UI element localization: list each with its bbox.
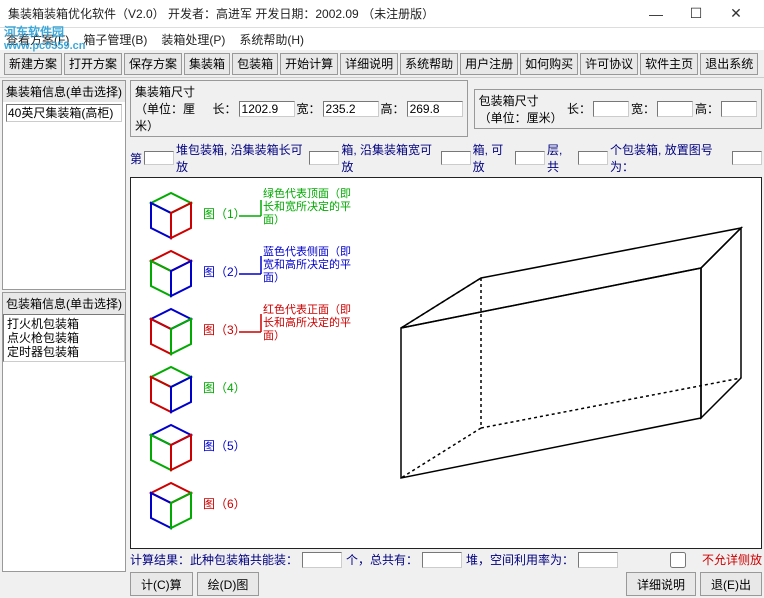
title-bar: 集装箱装箱优化软件（V2.0） 开发者：高进军 开发日期：2002.09 （未注… <box>0 0 764 28</box>
package-width-input[interactable] <box>657 101 693 117</box>
container-3d-icon <box>401 228 741 478</box>
container-dims-label: 集装箱尺寸（单位：厘米） <box>135 83 207 134</box>
container-dims-group: 集装箱尺寸（单位：厘米） 长： 宽： 高： <box>130 80 468 137</box>
drawing-viewport: 图（1） 图（2） 图（3） <box>130 177 762 549</box>
status-row: 第 堆包装箱, 沿集装箱长可放 箱, 沿集装箱宽可放 箱, 可放 层, 共 个包… <box>130 139 762 177</box>
package-height-input[interactable] <box>721 101 757 117</box>
toolbar: 新建方案 打开方案 保存方案 集装箱 包装箱 开始计算 详细说明 系统帮助 用户… <box>0 50 764 78</box>
container-length-input[interactable] <box>239 101 295 117</box>
package-item[interactable]: 定时器包装箱 <box>7 345 121 359</box>
legend-blue: 蓝色代表侧面（即宽和高所决定的平面） <box>263 246 353 285</box>
no-side-label: 不允详侧放 <box>702 551 762 568</box>
draw-button[interactable]: 绘(D)图 <box>197 572 260 596</box>
detail-button[interactable]: 详细说明 <box>340 53 398 75</box>
new-scheme-button[interactable]: 新建方案 <box>4 53 62 75</box>
menu-bar: 查看方案(F) 箱子管理(B) 装箱处理(P) 系统帮助(H) <box>0 28 764 50</box>
status-layers[interactable] <box>515 151 545 165</box>
status-fig-num[interactable] <box>732 151 762 165</box>
exit-button-bottom[interactable]: 退(E)出 <box>700 572 762 596</box>
sys-help-button[interactable]: 系统帮助 <box>400 53 458 75</box>
package-item[interactable]: 点火枪包装箱 <box>7 331 121 345</box>
container-height-input[interactable] <box>407 101 463 117</box>
left-panel: 集装箱信息(单击选择) 40英尺集装箱(高柜) 包装箱信息(单击选择) 打火机包… <box>0 78 128 574</box>
button-row: 计(C)算 绘(D)图 详细说明 退(E)出 <box>130 570 762 598</box>
fig3-label: 图（3） <box>203 323 246 337</box>
status-stack-num[interactable] <box>144 151 174 165</box>
fig6-label: 图（6） <box>203 497 246 511</box>
status-along-w[interactable] <box>441 151 471 165</box>
package-info-header: 包装箱信息(单击选择) <box>3 293 125 314</box>
close-button[interactable]: ✕ <box>716 5 756 22</box>
package-dims-label: 包装箱尺寸（单位：厘米） <box>479 92 561 126</box>
how-buy-button[interactable]: 如何购买 <box>520 53 578 75</box>
detail-button-bottom[interactable]: 详细说明 <box>626 572 696 596</box>
register-button[interactable]: 用户注册 <box>460 53 518 75</box>
package-item[interactable]: 打火机包装箱 <box>7 317 121 331</box>
start-calc-button[interactable]: 开始计算 <box>280 53 338 75</box>
menu-help[interactable]: 系统帮助(H) <box>239 31 304 48</box>
container-width-input[interactable] <box>323 101 379 117</box>
package-button[interactable]: 包装箱 <box>232 53 278 75</box>
legend-green: 绿色代表顶面（即长和宽所决定的平面） <box>263 188 353 227</box>
package-length-input[interactable] <box>593 101 629 117</box>
container-list[interactable]: 40英尺集装箱(高柜) <box>3 102 125 124</box>
container-button[interactable]: 集装箱 <box>184 53 230 75</box>
menu-box-mgmt[interactable]: 箱子管理(B) <box>83 31 147 48</box>
legend-red: 红色代表正面（即长和高所决定的平面） <box>263 304 353 343</box>
no-side-checkbox[interactable] <box>658 552 698 568</box>
result-row: 计算结果：此种包装箱共能装： 个，总共有： 堆，空间利用率为： 不允详侧放 <box>130 549 762 570</box>
exit-button[interactable]: 退出系统 <box>700 53 758 75</box>
maximize-button[interactable]: ☐ <box>676 5 716 22</box>
drawing-svg: 图（1） 图（2） 图（3） <box>131 178 751 548</box>
fig5-label: 图（5） <box>203 439 246 453</box>
fig1-label: 图（1） <box>203 207 246 221</box>
right-panel: 集装箱尺寸（单位：厘米） 长： 宽： 高： 包装箱尺寸（单位：厘米） 长： 宽：… <box>128 78 764 574</box>
container-item[interactable]: 40英尺集装箱(高柜) <box>6 104 122 122</box>
status-along-l[interactable] <box>309 151 339 165</box>
license-button[interactable]: 许可协议 <box>580 53 638 75</box>
package-dims-group: 包装箱尺寸（单位：厘米） 长： 宽： 高： <box>474 89 762 129</box>
fig4-label: 图（4） <box>203 381 246 395</box>
container-info-header: 集装箱信息(单击选择) <box>3 81 125 102</box>
open-scheme-button[interactable]: 打开方案 <box>64 53 122 75</box>
result-util[interactable] <box>578 552 618 568</box>
menu-scheme[interactable]: 查看方案(F) <box>6 31 69 48</box>
window-title: 集装箱装箱优化软件（V2.0） 开发者：高进军 开发日期：2002.09 （未注… <box>8 5 636 22</box>
fig2-label: 图（2） <box>203 265 246 279</box>
menu-pack-proc[interactable]: 装箱处理(P) <box>161 31 225 48</box>
calc-button[interactable]: 计(C)算 <box>130 572 193 596</box>
minimize-button[interactable]: — <box>636 6 676 22</box>
save-scheme-button[interactable]: 保存方案 <box>124 53 182 75</box>
homepage-button[interactable]: 软件主页 <box>640 53 698 75</box>
result-count[interactable] <box>302 552 342 568</box>
package-list[interactable]: 打火机包装箱 点火枪包装箱 定时器包装箱 <box>3 314 125 362</box>
status-total[interactable] <box>578 151 608 165</box>
result-total[interactable] <box>422 552 462 568</box>
